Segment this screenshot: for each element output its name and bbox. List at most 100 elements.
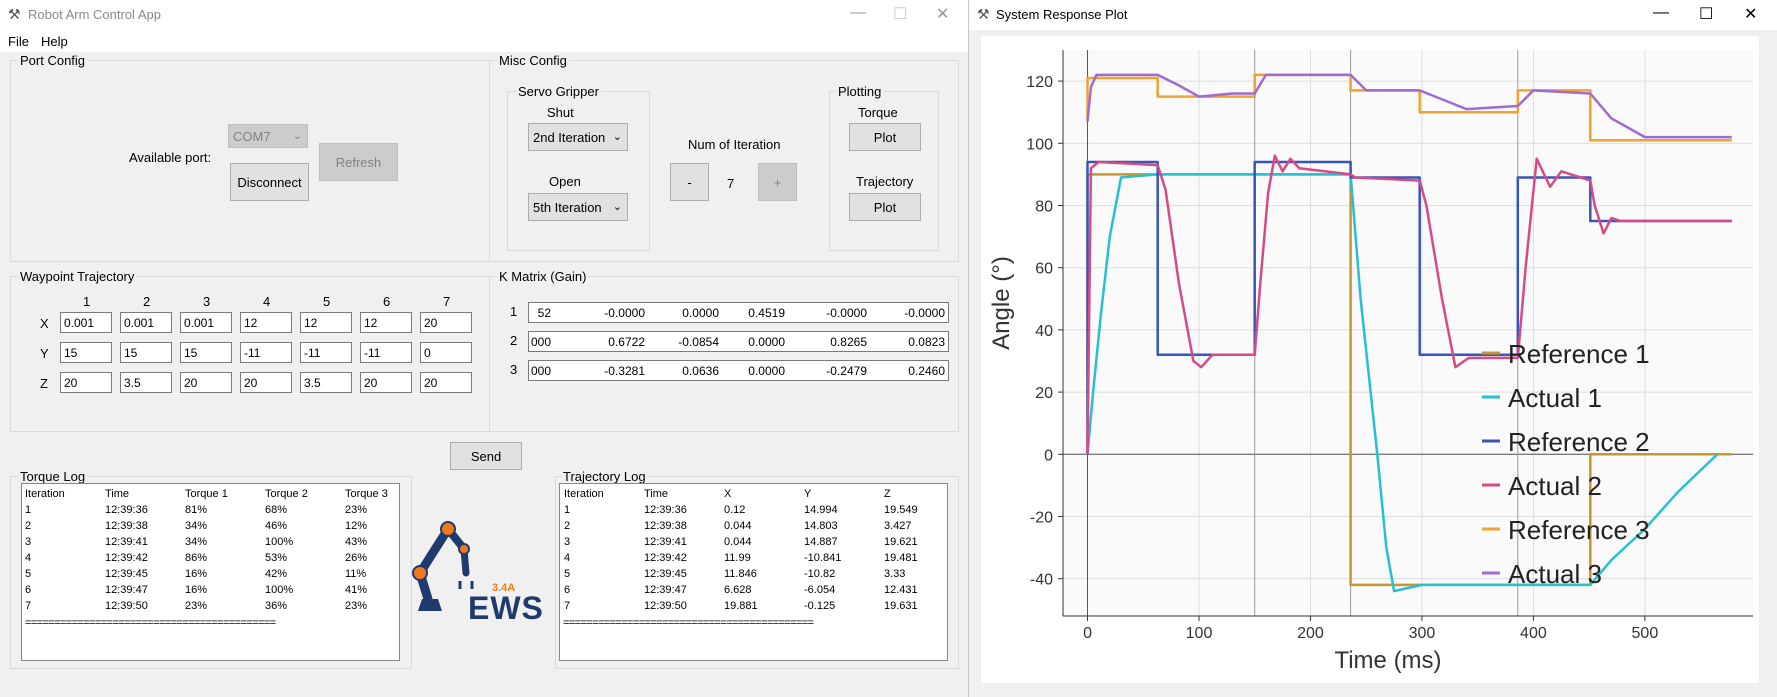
close-button[interactable]: ✕ (936, 4, 949, 24)
waypoint-input[interactable]: 3.5 (300, 372, 352, 393)
waypoint-input[interactable]: 12 (360, 312, 412, 333)
waypoint-input[interactable]: 20 (360, 372, 412, 393)
k-matrix-row-label: 1 (510, 304, 518, 319)
shut-select[interactable]: 2nd Iteration ⌄ (528, 123, 628, 151)
open-select[interactable]: 5th Iteration ⌄ (528, 193, 628, 221)
waypoint-input[interactable]: 20 (180, 372, 232, 393)
log-column-header: Torque 2 (265, 488, 308, 500)
k-matrix-row-input[interactable]: 52 -0.0000 0.0000 0.4519 -0.0000 -0.0000 (528, 302, 949, 323)
send-button[interactable]: Send (450, 442, 522, 470)
minimize-button[interactable]: — (850, 4, 866, 22)
k-matrix-row-input[interactable]: 000 -0.3281 0.0636 0.0000 -0.2479 0.2460 (528, 360, 949, 381)
log-cell: 46% (265, 520, 288, 532)
log-column-header: Iteration (25, 488, 65, 500)
waypoint-input[interactable]: 15 (120, 342, 172, 363)
plot-trajectory-button[interactable]: Plot (849, 193, 921, 221)
port-config-group (10, 60, 490, 262)
log-cell: 12:39:36 (644, 504, 687, 516)
waypoint-input[interactable]: -11 (360, 342, 412, 363)
y-tick-label: 0 (1044, 447, 1053, 464)
y-axis-label: Angle (°) (988, 256, 1015, 350)
waypoint-input[interactable]: -11 (240, 342, 292, 363)
menu-help[interactable]: Help (41, 34, 68, 49)
misc-config-label: Misc Config (497, 53, 569, 68)
port-select[interactable]: COM7 ⌄ (228, 124, 308, 148)
log-cell: 6 (25, 584, 32, 596)
log-cell: 19.481 (884, 552, 918, 564)
waypoint-input[interactable]: 20 (420, 372, 472, 393)
k-matrix-row-label: 2 (510, 333, 518, 348)
log-cell: 42% (265, 568, 288, 580)
plot-canvas[interactable]: 0 100 200 300 400 500 120 100 80 60 40 20 0 -20 -40 Tim… (981, 36, 1759, 683)
k-matrix-value: 0.0636 (682, 364, 719, 378)
log-cell: 36% (265, 600, 288, 612)
open-label: Open (549, 174, 581, 189)
log-separator: ========================================… (25, 617, 276, 629)
k-matrix-value: 0.6722 (608, 335, 645, 349)
waypoint-input[interactable]: 20 (420, 312, 472, 333)
port-config-label: Port Config (18, 53, 88, 68)
torque-log-list[interactable]: Iteration Time Torque 1 Torque 2 Torque 3 1 12… (21, 483, 400, 661)
waypoint-input[interactable]: 0.001 (120, 312, 172, 333)
waypoint-input[interactable]: 15 (180, 342, 232, 363)
log-cell: 5 (564, 568, 571, 580)
disconnect-button[interactable]: Disconnect (230, 163, 309, 201)
k-matrix-group (489, 276, 959, 432)
maximize-button[interactable]: ☐ (893, 4, 907, 24)
plot-window-title: System Response Plot (996, 7, 1128, 22)
waypoint-input[interactable]: 0 (420, 342, 472, 363)
log-cell: 14.887 (804, 536, 838, 548)
log-cell: 3 (564, 536, 571, 548)
iteration-count: 7 (727, 176, 735, 191)
k-matrix-label: K Matrix (Gain) (497, 269, 589, 284)
log-cell: 2 (564, 520, 571, 532)
log-cell: 0.044 (724, 536, 752, 548)
waypoint-input[interactable]: 20 (240, 372, 292, 393)
waypoint-trajectory-label: Waypoint Trajectory (18, 269, 137, 284)
close-button[interactable]: ✕ (1744, 4, 1757, 24)
increment-button[interactable]: + (758, 163, 797, 201)
trajectory-plot-label: Trajectory (856, 174, 914, 189)
log-cell: 53% (265, 552, 288, 564)
waypoint-row-label: X (40, 316, 49, 331)
waypoint-input[interactable]: 3.5 (120, 372, 172, 393)
log-column-header: Torque 3 (345, 488, 388, 500)
log-cell: -0.125 (804, 600, 836, 612)
k-matrix-value: 000 (530, 364, 551, 378)
k-matrix-value: 0.2460 (908, 364, 945, 378)
legend-label: Actual 2 (1508, 471, 1602, 501)
log-column-header: Y (804, 488, 812, 500)
k-matrix-value: -0.0854 (678, 335, 719, 349)
k-matrix-value: 0.4519 (748, 306, 785, 320)
log-cell: 12:39:50 (105, 600, 148, 612)
log-column-header: Z (884, 488, 891, 500)
available-port-label: Available port: (129, 150, 212, 165)
waypoint-input[interactable]: -11 (300, 342, 352, 363)
log-cell: 19.549 (884, 504, 918, 516)
k-matrix-value: 0.0000 (748, 335, 785, 349)
menu-file[interactable]: File (8, 34, 29, 49)
log-separator: ========================================… (563, 617, 814, 629)
waypoint-col-header: 5 (323, 294, 331, 309)
trajectory-log-list[interactable]: Iteration Time X Y Z 1 12:39:36 0.12 14.994 19.54… (559, 483, 948, 661)
k-matrix-value: -0.3281 (604, 364, 645, 378)
maximize-button[interactable]: ☐ (1699, 4, 1713, 24)
refresh-button[interactable]: Refresh (319, 143, 398, 181)
waypoint-input[interactable]: 0.001 (60, 312, 112, 333)
k-matrix-value: 0.0000 (748, 364, 785, 378)
waypoint-col-header: 3 (203, 294, 211, 309)
k-matrix-row-input[interactable]: 000 0.6722 -0.0854 0.0000 0.8265 0.0823 (528, 331, 949, 352)
legend-label: Reference 1 (1508, 339, 1650, 369)
legend-label: Reference 2 (1508, 427, 1650, 457)
waypoint-input[interactable]: 12 (300, 312, 352, 333)
log-cell: 12:39:47 (105, 584, 148, 596)
waypoint-input[interactable]: 20 (60, 372, 112, 393)
waypoint-input[interactable]: 15 (60, 342, 112, 363)
torque-log-label: Torque Log (18, 469, 88, 484)
waypoint-input[interactable]: 12 (240, 312, 292, 333)
plot-title-bar: ⚒ System Response Plot — ☐ ✕ (969, 0, 1777, 30)
waypoint-input[interactable]: 0.001 (180, 312, 232, 333)
minimize-button[interactable]: — (1653, 4, 1669, 22)
decrement-button[interactable]: - (670, 163, 709, 201)
plot-torque-button[interactable]: Plot (849, 123, 921, 151)
